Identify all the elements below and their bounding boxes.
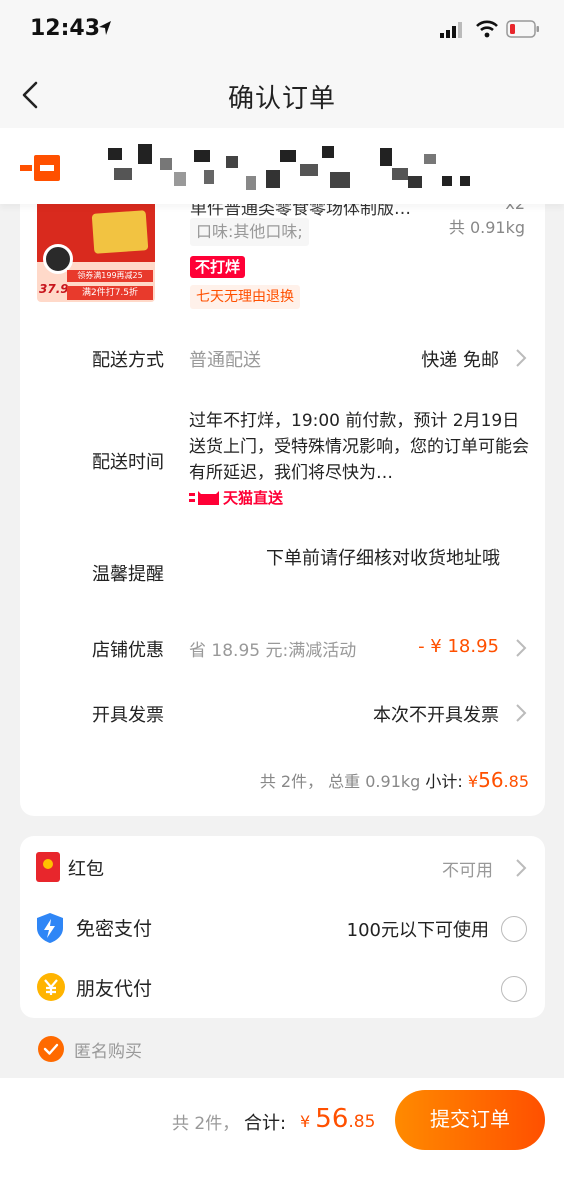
password-free-pay-label: 免密支付: [76, 918, 153, 940]
product-weight: 共 0.91kg: [448, 218, 525, 237]
chevron-right-icon: [516, 349, 527, 367]
store-discount-amount: - ¥ 18.95: [418, 636, 499, 657]
reminder-text: 下单前请仔细核对收货地址哦: [266, 548, 500, 569]
checkout-bar: 共 2件， 合计: ¥ 56.85 提交订单: [0, 1078, 564, 1182]
store-discount-desc: 省 18.95 元:满减活动: [189, 641, 357, 661]
yen-coin-icon: [37, 973, 65, 1001]
delivery-time-text: 过年不打烊，19:00 前付款，预计 2月19日送货上门，受特殊情况影响，您的订…: [189, 411, 529, 483]
product-variant: 口味:其他口味;: [190, 218, 309, 246]
reminder-label: 温馨提醒: [92, 564, 164, 585]
delivery-method-label: 配送方式: [92, 350, 164, 371]
total-dec: .85: [348, 1112, 376, 1132]
total-yen: ¥: [300, 1112, 311, 1131]
invoice-value: 本次不开具发票: [373, 705, 499, 726]
friend-pay-radio[interactable]: [501, 976, 527, 1002]
image-price: 37.9: [39, 282, 69, 296]
red-packet-icon: [36, 852, 60, 882]
store-discount-label: 店铺优惠: [92, 640, 164, 661]
total-label: 合计:: [244, 1113, 287, 1134]
wifi-icon: [476, 20, 498, 38]
password-free-radio[interactable]: [501, 916, 527, 942]
summary-count-weight: 共 2件， 总重 0.91kg: [259, 772, 421, 791]
delivery-method-option: 快递 免邮: [421, 350, 499, 371]
nav-header: 确认订单: [0, 62, 564, 128]
image-banner-discount: 满2件打7.5折: [67, 286, 153, 300]
tag-no-close: 不打烊: [190, 256, 246, 278]
subtotal-dec: .85: [503, 772, 529, 791]
delivery-time-label: 配送时间: [92, 452, 164, 473]
shop-header-row[interactable]: [0, 128, 564, 204]
payment-options-card: 红包 不可用 免密支付 100元以下可使用 朋友代付: [20, 836, 545, 1018]
battery-icon: [506, 20, 539, 38]
red-packet-label: 红包: [68, 859, 104, 880]
tag-return-policy: 七天无理由退换: [190, 285, 300, 309]
friend-pay-label: 朋友代付: [76, 978, 153, 1000]
location-arrow-icon: [99, 21, 111, 35]
chevron-right-icon: [516, 639, 527, 657]
chevron-right-icon: [516, 704, 527, 722]
total-price: ¥ 56.85: [300, 1104, 375, 1134]
tmall-direct-badge: 天猫直送: [189, 486, 283, 508]
chevron-right-icon: [516, 859, 527, 877]
page-title: 确认订单: [227, 84, 336, 114]
delivery-method-value: 普通配送: [189, 350, 261, 371]
lightning-shield-icon: [37, 913, 63, 943]
subtotal-yen: ¥: [467, 772, 479, 791]
anonymous-purchase-label: 匿名购买: [74, 1041, 142, 1062]
red-packet-value: 不可用: [442, 861, 493, 881]
tmall-icon: [189, 491, 219, 505]
image-banner-coupon: 领券满199再减25: [67, 270, 153, 282]
order-summary: 共 2件， 总重 0.91kg 小计: ¥56.85: [260, 768, 529, 792]
status-time: 12:43: [30, 16, 101, 41]
subtotal-label: 小计:: [425, 772, 463, 791]
submit-order-button[interactable]: 提交订单: [395, 1090, 545, 1150]
shop-icon: [20, 155, 60, 181]
status-bar: 12:43: [0, 0, 564, 62]
checkmark-icon[interactable]: [38, 1036, 64, 1062]
anonymous-purchase-row[interactable]: 匿名购买: [38, 1036, 142, 1062]
product-image[interactable]: 领券满199再减25 37.9 满2件打7.5折: [37, 200, 155, 302]
invoice-label: 开具发票: [92, 705, 164, 726]
password-free-pay-value: 100元以下可使用: [346, 920, 489, 941]
subtotal-int: 56: [478, 768, 504, 792]
total-int: 56: [315, 1104, 349, 1134]
order-card: 领券满199再减25 37.9 满2件打7.5折 单件普通类零食零场体制版… x…: [20, 160, 545, 816]
signal-icon: [440, 22, 462, 38]
total-count: 共 2件，: [172, 1114, 240, 1134]
tmall-direct-text: 天猫直送: [223, 488, 284, 507]
